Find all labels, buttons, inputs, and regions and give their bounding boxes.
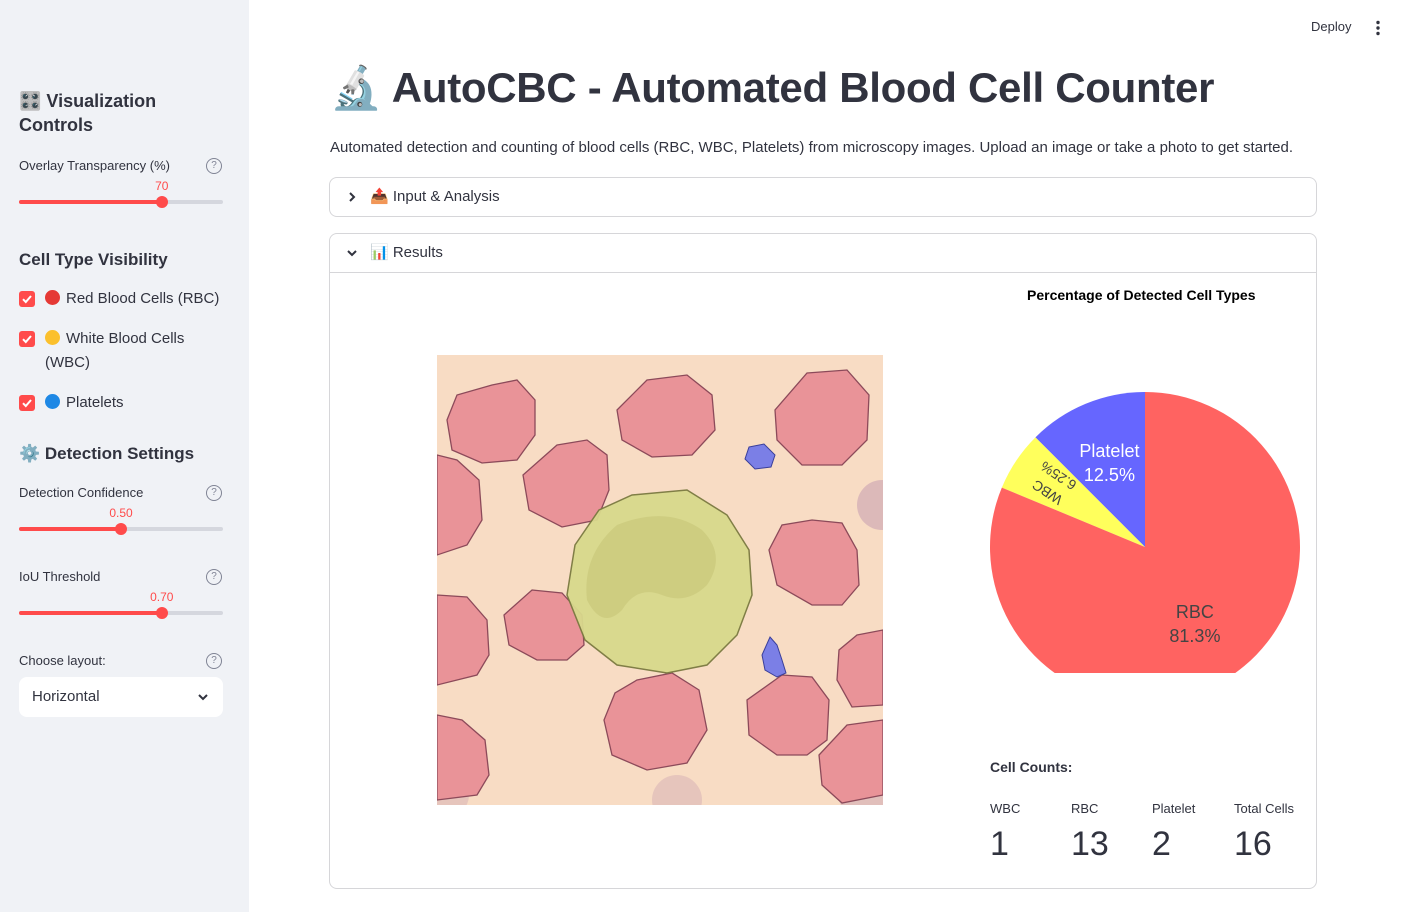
wbc-metric-value: 1 — [990, 825, 1009, 863]
annotated-microscopy-image — [437, 355, 883, 805]
slider-fill — [19, 200, 162, 204]
wbc-label: White Blood Cells (WBC) — [45, 330, 185, 371]
rbc-metric-value: 13 — [1071, 825, 1109, 863]
chevron-down-icon — [198, 694, 208, 701]
pie-slice-percent: 12.5% — [1084, 465, 1135, 485]
blue-circle-icon — [45, 394, 60, 409]
yellow-circle-icon — [45, 330, 60, 345]
checkbox-checked-icon[interactable] — [19, 291, 35, 307]
slider-fill — [19, 527, 121, 531]
pie-slice-rbc — [990, 392, 1300, 673]
detection-confidence-slider[interactable]: 0.50 — [19, 506, 223, 535]
pie-slice-label: Platelet — [1079, 441, 1139, 461]
platelet-metric-label: Platelet — [1152, 801, 1196, 816]
iou-threshold-label: IoU Threshold — [19, 569, 101, 584]
slider-thumb[interactable] — [155, 196, 168, 208]
slider-value: 0.50 — [109, 506, 133, 520]
platelet-metric-value: 2 — [1152, 825, 1171, 863]
help-icon[interactable]: ? — [206, 485, 222, 501]
pie-slice-percent: 81.3% — [1169, 626, 1220, 646]
pie-slice-label: RBC — [1176, 602, 1214, 622]
chevron-down-icon — [347, 250, 357, 257]
kebab-icon[interactable] — [1370, 20, 1386, 36]
slider-value: 0.70 — [150, 590, 174, 604]
expander-label: 📊 Results — [370, 244, 443, 261]
choose-layout-label: Choose layout: — [19, 653, 106, 668]
chevron-right-icon — [349, 192, 356, 202]
layout-select[interactable]: Horizontal — [19, 677, 223, 717]
detection-settings-heading: ⚙️ Detection Settings — [19, 444, 195, 463]
input-analysis-expander[interactable]: 📤 Input & Analysis — [329, 177, 1317, 217]
sidebar: 🎛️ Visualization Controls Overlay Transp… — [0, 0, 249, 912]
help-icon[interactable]: ? — [206, 569, 222, 585]
layout-selected-value: Horizontal — [32, 688, 100, 705]
rbc-metric-label: RBC — [1071, 801, 1099, 816]
total-cells-metric-value: 16 — [1234, 825, 1272, 863]
expander-header[interactable]: 📊 Results — [330, 234, 1316, 272]
slider-thumb[interactable] — [155, 607, 168, 619]
results-expander[interactable]: 📊 Results Percentage of Detected Cell Ty… — [329, 233, 1317, 889]
cell-type-visibility-heading: Cell Type Visibility — [19, 250, 168, 269]
checkbox-checked-icon[interactable] — [19, 331, 35, 347]
expander-label: 📤 Input & Analysis — [370, 188, 500, 205]
red-circle-icon — [45, 290, 60, 305]
help-icon[interactable]: ? — [206, 158, 222, 174]
chart-title: Percentage of Detected Cell Types — [1027, 287, 1256, 303]
cell-type-pie-chart: Platelet12.5%WBC6.25%RBC81.3% — [990, 392, 1300, 673]
overlay-transparency-slider[interactable]: 70 — [19, 179, 223, 208]
iou-threshold-slider[interactable]: 0.70 — [19, 590, 223, 619]
visualization-controls-heading: 🎛️ Visualization Controls — [19, 91, 157, 135]
expander-header[interactable]: 📤 Input & Analysis — [330, 178, 1316, 216]
wbc-metric-label: WBC — [990, 801, 1021, 816]
cell-counts-heading: Cell Counts: — [990, 759, 1073, 775]
platelets-label: Platelets — [66, 394, 124, 411]
slider-thumb[interactable] — [115, 523, 127, 535]
slider-fill — [19, 611, 162, 615]
rbc-label: Red Blood Cells (RBC) — [66, 290, 220, 307]
results-body: Percentage of Detected Cell Types Platel… — [330, 272, 1316, 888]
total-cells-metric-label: Total Cells — [1234, 801, 1294, 816]
detection-confidence-label: Detection Confidence — [19, 485, 144, 500]
slider-value: 70 — [155, 179, 169, 193]
overlay-transparency-label: Overlay Transparency (%) — [19, 158, 170, 173]
checkbox-checked-icon[interactable] — [19, 395, 35, 411]
help-icon[interactable]: ? — [206, 653, 222, 669]
deploy-button[interactable]: Deploy — [1311, 19, 1351, 34]
page-subtitle: Automated detection and counting of bloo… — [330, 139, 1293, 156]
page-title: 🔬 AutoCBC - Automated Blood Cell Counter — [330, 64, 1215, 111]
